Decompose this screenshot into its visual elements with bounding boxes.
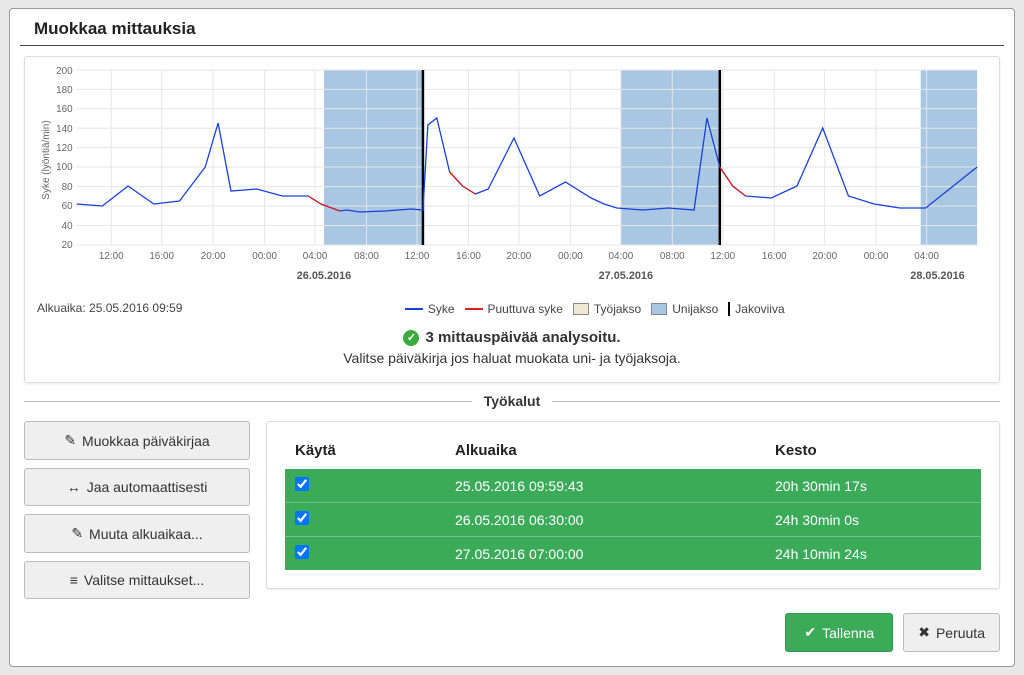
y-axis-label: Syke (lyöntiä/min): [41, 120, 52, 199]
dialog-footer: ✔Tallenna ✖Peruuta: [10, 613, 1014, 666]
cell-duration: 20h 30min 17s: [765, 469, 981, 503]
svg-text:08:00: 08:00: [660, 251, 685, 262]
cell-start: 25.05.2016 09:59:43: [445, 469, 765, 503]
chart-svg: 20 40 60 80 100 120 140 160 180 200 Syke (lyöntiä…: [37, 65, 987, 295]
table-row[interactable]: 27.05.2016 07:00:00 24h 10min 24s: [285, 537, 981, 571]
cell-start: 26.05.2016 06:30:00: [445, 503, 765, 537]
svg-text:16:00: 16:00: [456, 251, 481, 262]
svg-text:04:00: 04:00: [303, 251, 328, 262]
table-row[interactable]: 26.05.2016 06:30:00 24h 30min 0s: [285, 503, 981, 537]
svg-text:60: 60: [62, 201, 73, 212]
arrows-horizontal-icon: ↔: [67, 479, 81, 495]
svg-text:20:00: 20:00: [507, 251, 532, 262]
svg-text:00:00: 00:00: [252, 251, 277, 262]
edit-measurements-dialog: Muokkaa mittauksia: [9, 8, 1015, 667]
svg-text:08:00: 08:00: [354, 251, 379, 262]
change-start-time-button[interactable]: ✎Muuta alkuaikaa...: [24, 514, 250, 553]
legend-sleep: Unijakso: [651, 302, 718, 316]
hr-line: [77, 118, 978, 212]
svg-text:140: 140: [56, 124, 73, 135]
start-time-label: Alkuaika: 25.05.2016 09:59: [37, 295, 182, 319]
th-start: Alkuaika: [445, 436, 765, 469]
status-subtext: Valitse päiväkirja jos haluat muokata un…: [37, 350, 987, 366]
cell-start: 27.05.2016 07:00:00: [445, 537, 765, 571]
dialog-title: Muokkaa mittauksia: [34, 19, 990, 39]
date-label: 28.05.2016: [910, 270, 964, 282]
select-measurements-button[interactable]: ≡Valitse mittaukset...: [24, 561, 250, 599]
legend-split: Jakoviiva: [728, 302, 784, 316]
svg-text:80: 80: [62, 182, 73, 193]
use-checkbox[interactable]: [295, 511, 309, 525]
chart-panel: 20 40 60 80 100 120 140 160 180 200 Syke (lyöntiä…: [24, 56, 1000, 383]
svg-text:12:00: 12:00: [99, 251, 124, 262]
svg-text:12:00: 12:00: [405, 251, 430, 262]
tools-separator: Työkalut: [24, 393, 1000, 409]
th-use: Käytä: [285, 436, 445, 469]
check-circle-icon: ✓: [403, 330, 419, 346]
svg-text:16:00: 16:00: [762, 251, 787, 262]
measurements-table: Käytä Alkuaika Kesto 25.05.2016 09:59:43…: [285, 436, 981, 570]
cell-duration: 24h 30min 0s: [765, 503, 981, 537]
svg-text:20:00: 20:00: [812, 251, 837, 262]
use-checkbox[interactable]: [295, 477, 309, 491]
svg-text:00:00: 00:00: [558, 251, 583, 262]
check-icon: ✔: [804, 624, 816, 641]
status-block: ✓ 3 mittauspäivää analysoitu. Valitse pä…: [37, 319, 987, 372]
heart-rate-chart[interactable]: 20 40 60 80 100 120 140 160 180 200 Syke (lyöntiä…: [37, 65, 987, 295]
legend-missing: Puuttuva syke: [465, 302, 563, 316]
date-label: 27.05.2016: [599, 270, 653, 282]
svg-text:04:00: 04:00: [914, 251, 939, 262]
svg-text:200: 200: [56, 66, 73, 77]
sleep-band: [324, 70, 423, 245]
missing-line: [720, 167, 746, 196]
tool-buttons-column: ✎Muokkaa päiväkirjaa ↔Jaa automaattisest…: [24, 421, 250, 599]
cell-duration: 24h 10min 24s: [765, 537, 981, 571]
svg-text:100: 100: [56, 162, 73, 173]
svg-text:20: 20: [62, 240, 73, 251]
measurements-table-panel: Käytä Alkuaika Kesto 25.05.2016 09:59:43…: [266, 421, 1000, 589]
save-button[interactable]: ✔Tallenna: [785, 613, 893, 652]
sleep-band: [921, 70, 977, 245]
cancel-button[interactable]: ✖Peruuta: [903, 613, 1000, 652]
pencil-icon: ✎: [64, 432, 76, 449]
auto-split-button[interactable]: ↔Jaa automaattisesti: [24, 468, 250, 506]
tools-area: ✎Muokkaa päiväkirjaa ↔Jaa automaattisest…: [10, 409, 1014, 613]
date-label: 26.05.2016: [297, 270, 351, 282]
sleep-band: [621, 70, 720, 245]
edit-journal-button[interactable]: ✎Muokkaa päiväkirjaa: [24, 421, 250, 460]
pencil-icon: ✎: [71, 525, 83, 542]
th-duration: Kesto: [765, 436, 981, 469]
svg-text:12:00: 12:00: [710, 251, 735, 262]
list-icon: ≡: [70, 572, 78, 588]
svg-text:160: 160: [56, 104, 73, 115]
close-icon: ✖: [918, 624, 930, 641]
svg-text:00:00: 00:00: [864, 251, 889, 262]
chart-legend: Syke Puuttuva syke Työjakso Unijakso Jak…: [202, 298, 987, 316]
legend-work: Työjakso: [573, 302, 641, 316]
svg-text:20:00: 20:00: [201, 251, 226, 262]
use-checkbox[interactable]: [295, 545, 309, 559]
svg-text:04:00: 04:00: [608, 251, 633, 262]
dialog-header: Muokkaa mittauksia: [20, 9, 1004, 46]
svg-text:16:00: 16:00: [149, 251, 174, 262]
table-row[interactable]: 25.05.2016 09:59:43 20h 30min 17s: [285, 469, 981, 503]
svg-text:40: 40: [62, 221, 73, 232]
svg-text:180: 180: [56, 85, 73, 96]
status-headline: 3 mittauspäivää analysoitu.: [425, 329, 620, 346]
svg-text:120: 120: [56, 143, 73, 154]
missing-line: [450, 172, 476, 194]
legend-hr: Syke: [405, 302, 455, 316]
